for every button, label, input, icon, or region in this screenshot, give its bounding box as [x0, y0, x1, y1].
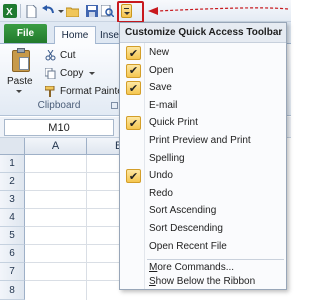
gridline	[25, 172, 119, 173]
checkmark-icon: ✔	[126, 63, 141, 78]
row-header[interactable]: 7	[0, 263, 25, 281]
row-header[interactable]: 6	[0, 245, 25, 263]
tab-insert[interactable]: Inse	[100, 26, 119, 44]
cut-label: Cut	[60, 49, 76, 61]
copy-label: Copy	[60, 67, 84, 79]
excel-logo-icon[interactable]: X	[3, 4, 17, 18]
checkmark-icon: ✔	[126, 46, 141, 60]
paintbrush-icon	[44, 85, 56, 97]
gridline	[25, 190, 119, 191]
dialog-launcher-icon[interactable]	[111, 102, 118, 109]
menu-item-undo[interactable]: ✔ Undo	[121, 167, 285, 185]
svg-text:X: X	[6, 7, 13, 18]
gridline	[86, 155, 87, 300]
gridline	[25, 208, 119, 209]
gridline	[25, 280, 119, 281]
name-box[interactable]: M10	[4, 119, 114, 136]
paste-button-label[interactable]: Paste	[7, 76, 33, 87]
menu-item-open-recent-file[interactable]: Open Recent File	[121, 238, 285, 256]
row-header[interactable]: 8	[0, 281, 25, 300]
menu-item-e-mail[interactable]: E-mail	[121, 97, 285, 115]
select-all-corner[interactable]	[0, 138, 25, 155]
row-header[interactable]: 5	[0, 227, 25, 245]
row-header[interactable]: 4	[0, 209, 25, 227]
undo-dropdown-icon[interactable]	[56, 4, 64, 18]
menu-item-redo[interactable]: Redo	[121, 185, 285, 203]
paste-dropdown-icon[interactable]	[16, 90, 22, 93]
menu-item-spelling[interactable]: Spelling	[121, 150, 285, 168]
menu-title: Customize Quick Access Toolbar	[120, 23, 286, 43]
menu-item-label: More Commands...	[149, 262, 235, 273]
gridline	[25, 226, 119, 227]
customize-qat-menu: Customize Quick Access Toolbar ✔ New ✔ Open…	[119, 22, 287, 290]
cut-button[interactable]: Cut	[45, 48, 76, 62]
menu-item-label: Show Below the Ribbon	[149, 276, 256, 287]
save-icon[interactable]	[86, 4, 98, 18]
menu-item-label: Open Recent File	[149, 240, 227, 252]
undo-icon[interactable]	[42, 4, 55, 18]
copy-icon	[44, 67, 56, 79]
customize-dropdown-icon[interactable]	[121, 4, 132, 18]
menu-item-label: Save	[149, 82, 172, 94]
quick-access-toolbar: X	[0, 0, 291, 23]
checkmark-icon: ✔	[126, 81, 141, 96]
menu-item-label: Print Preview and Print	[149, 135, 251, 146]
menu-item-label: Open	[149, 64, 174, 76]
menu-item-quick-print[interactable]: ✔ Quick Print	[121, 114, 285, 132]
menu-item-new[interactable]: ✔ New	[121, 44, 285, 62]
menu-item-sort-descending[interactable]: Sort Descending	[121, 220, 285, 238]
qat-separator	[20, 4, 21, 18]
row-header[interactable]: 1	[0, 155, 25, 173]
menu-item-label: Sort Descending	[149, 223, 223, 234]
menu-item-label: E-mail	[149, 99, 178, 111]
menu-item-label: Quick Print	[149, 117, 198, 129]
scissors-icon	[45, 49, 56, 61]
copy-dropdown-icon[interactable]	[89, 71, 96, 75]
menu-item-print-preview-and-print[interactable]: Print Preview and Print	[121, 132, 285, 150]
copy-button[interactable]: Copy	[44, 66, 96, 80]
column-header-a[interactable]: A	[25, 138, 87, 155]
paste-icon[interactable]	[12, 48, 30, 72]
format-painter-button[interactable]: Format Painter	[44, 84, 127, 98]
print-preview-icon[interactable]	[101, 4, 114, 18]
menu-item-open[interactable]: ✔ Open	[121, 62, 285, 80]
row-header[interactable]: 2	[0, 173, 25, 191]
clipboard-group-label: Clipboard	[37, 100, 81, 111]
format-painter-label: Format Painter	[60, 85, 127, 97]
menu-item-label: Sort Ascending	[149, 205, 217, 217]
menu-item-show-below-ribbon[interactable]: Show Below the Ribbon	[121, 273, 285, 291]
checkmark-icon: ✔	[126, 116, 141, 131]
menu-item-label: Spelling	[149, 152, 185, 164]
new-file-icon[interactable]	[25, 4, 37, 18]
gridline	[25, 262, 119, 263]
menu-item-save[interactable]: ✔ Save	[121, 79, 285, 97]
tab-file[interactable]: File	[4, 24, 47, 43]
open-folder-icon[interactable]	[66, 4, 79, 18]
menu-item-label: New	[149, 47, 170, 58]
row-header[interactable]: 3	[0, 191, 25, 209]
checkmark-icon: ✔	[126, 169, 141, 184]
menu-item-sort-ascending[interactable]: Sort Ascending	[121, 202, 285, 220]
menu-item-label: Undo	[149, 170, 173, 182]
gridline	[25, 244, 119, 245]
annotation-arrow-icon	[148, 7, 289, 15]
menu-item-label: Redo	[149, 187, 173, 199]
tab-home[interactable]: Home	[54, 26, 96, 44]
